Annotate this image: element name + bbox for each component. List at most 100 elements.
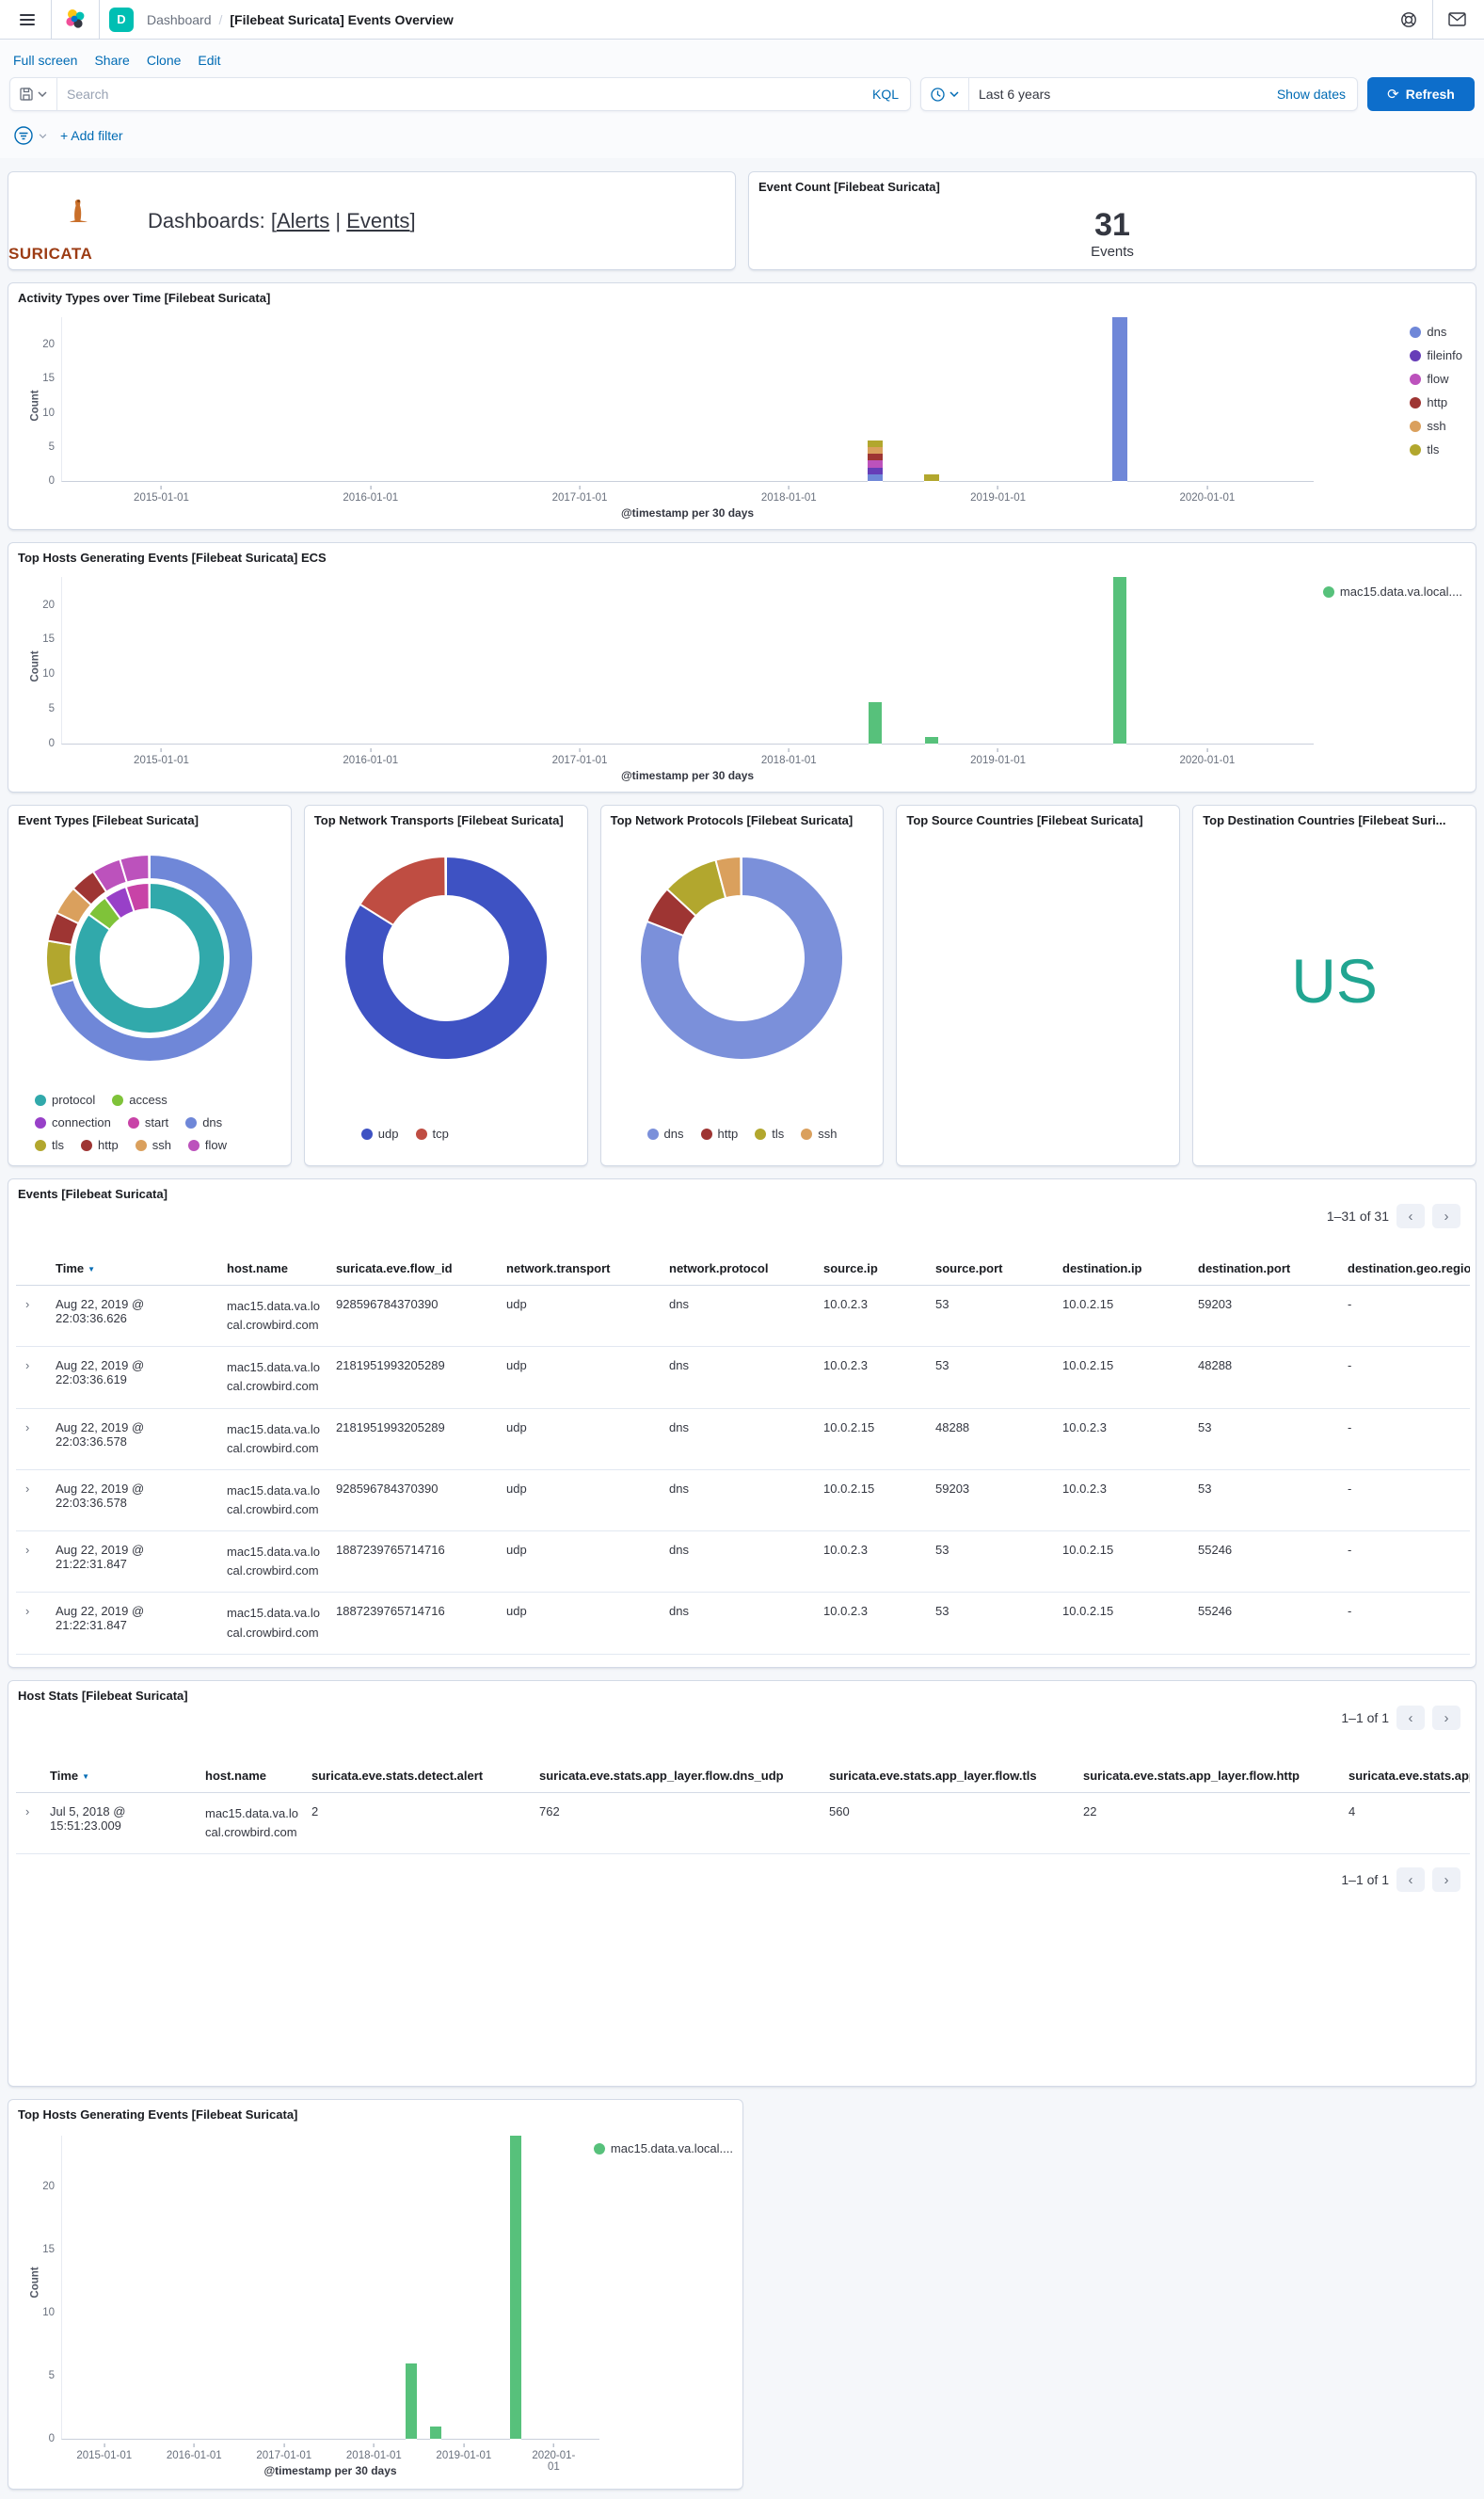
refresh-button[interactable]: ⟳ Refresh	[1367, 77, 1475, 111]
column-header-suricata.eve.stats.detect.alert[interactable]: suricata.eve.stats.detect.alert	[306, 1759, 534, 1793]
column-header-source.ip[interactable]: source.ip	[818, 1252, 930, 1286]
time-range-value[interactable]: Last 6 years	[969, 87, 1266, 102]
column-header-Time[interactable]: Time▼	[50, 1252, 221, 1286]
expand-row-button[interactable]: ›	[16, 1347, 50, 1408]
table-row: ›Jul 5, 2018 @ 15:51:23.009mac15.data.va…	[16, 1793, 1470, 1854]
column-header-host.name[interactable]: host.name	[199, 1759, 306, 1793]
bar[interactable]	[868, 441, 883, 482]
show-dates-button[interactable]: Show dates	[1266, 87, 1357, 102]
column-header-network.protocol[interactable]: network.protocol	[663, 1252, 818, 1286]
legend-item-ssh[interactable]: ssh	[136, 1138, 171, 1152]
kql-toggle[interactable]: KQL	[861, 87, 910, 102]
next-page-button[interactable]: ›	[1432, 1204, 1460, 1228]
y-axis-tick: 20	[42, 600, 55, 611]
legend-item-tls[interactable]: tls	[755, 1127, 784, 1141]
legend-item-mac15.data.va.local....[interactable]: mac15.data.va.local....	[1323, 585, 1462, 599]
legend-item-ssh[interactable]: ssh	[1410, 419, 1445, 433]
search-box: KQL	[9, 77, 911, 111]
column-header-suricata.eve.stats.app_layer.flow.dns_udp[interactable]: suricata.eve.stats.app_layer.flow.dns_ud…	[534, 1759, 823, 1793]
pie-slice-tls[interactable]	[46, 940, 73, 985]
expand-row-button[interactable]: ›	[16, 1408, 50, 1469]
legend-dot	[136, 1140, 147, 1151]
column-header-suricata.eve.stats.app_layer.flow.tls[interactable]: suricata.eve.stats.app_layer.flow.tls	[823, 1759, 1077, 1793]
newsfeed-button[interactable]	[1443, 6, 1471, 34]
column-header-suricata.eve.flow_id[interactable]: suricata.eve.flow_id	[330, 1252, 501, 1286]
legend-item-protocol[interactable]: protocol	[35, 1093, 95, 1107]
panel-markdown: SURICATA Dashboards: [Alerts | Events]	[8, 171, 736, 270]
event-types-donut[interactable]	[8, 834, 291, 1082]
events-link[interactable]: Events	[346, 209, 409, 232]
bar[interactable]	[869, 702, 882, 744]
bar[interactable]	[1113, 577, 1126, 744]
legend-item-tls[interactable]: tls	[35, 1138, 64, 1152]
column-header-destination.port[interactable]: destination.port	[1192, 1252, 1342, 1286]
elastic-logo[interactable]	[61, 6, 89, 34]
time-quick-menu-button[interactable]	[921, 78, 969, 110]
expand-row-button[interactable]: ›	[16, 1593, 50, 1654]
legend-item-dns[interactable]: dns	[185, 1115, 222, 1129]
filter-menu-button[interactable]	[13, 124, 47, 147]
prev-page-button[interactable]: ‹	[1396, 1204, 1425, 1228]
panel-network-transports-pie: Top Network Transports [Filebeat Suricat…	[304, 805, 588, 1166]
bar[interactable]	[924, 474, 939, 481]
full-screen-link[interactable]: Full screen	[13, 53, 77, 68]
legend-item-dns[interactable]: dns	[647, 1127, 684, 1141]
next-page-button[interactable]: ›	[1432, 1706, 1460, 1730]
bar[interactable]	[406, 2363, 417, 2440]
column-header-source.port[interactable]: source.port	[930, 1252, 1057, 1286]
prev-page-button[interactable]: ‹	[1396, 1706, 1425, 1730]
expand-row-button[interactable]: ›	[16, 1286, 50, 1347]
tag-cloud-word-us[interactable]: US	[1291, 945, 1378, 1017]
column-header-destination.ip[interactable]: destination.ip	[1057, 1252, 1192, 1286]
clone-link[interactable]: Clone	[147, 53, 182, 68]
prev-page-button[interactable]: ‹	[1396, 1867, 1425, 1892]
bar[interactable]	[430, 2427, 441, 2439]
bar[interactable]	[1112, 317, 1127, 481]
expand-row-button[interactable]: ›	[16, 1793, 44, 1854]
legend-item-fileinfo[interactable]: fileinfo	[1410, 348, 1462, 362]
share-link[interactable]: Share	[94, 53, 129, 68]
add-filter-button[interactable]: + Add filter	[60, 128, 123, 143]
column-header-Time[interactable]: Time▼	[44, 1759, 199, 1793]
column-header-suricata.eve.stats.app_l[interactable]: suricata.eve.stats.app_l	[1343, 1759, 1470, 1793]
column-header-destination.geo.region_na[interactable]: destination.geo.region_na	[1342, 1252, 1470, 1286]
legend-item-http[interactable]: http	[701, 1127, 739, 1141]
saved-query-menu-button[interactable]	[10, 78, 57, 110]
expand-row-button[interactable]: ›	[16, 1469, 50, 1530]
network-protocols-donut[interactable]	[601, 834, 884, 1082]
bar-segment	[1113, 577, 1126, 744]
x-axis-tick: 2020-01-01	[1179, 748, 1235, 766]
column-header-host.name[interactable]: host.name	[221, 1252, 330, 1286]
legend-item-tcp[interactable]: tcp	[416, 1127, 449, 1141]
bar[interactable]	[925, 737, 938, 744]
divider	[1432, 0, 1433, 39]
legend-item-start[interactable]: start	[128, 1115, 168, 1129]
space-badge[interactable]: D	[109, 8, 134, 32]
legend-item-access[interactable]: access	[112, 1093, 167, 1107]
legend-item-connection[interactable]: connection	[35, 1115, 111, 1129]
legend-item-http[interactable]: http	[81, 1138, 119, 1152]
legend-item-http[interactable]: http	[1410, 395, 1447, 409]
cell-suricata.eve.flow_id: 928596784370390	[330, 1286, 501, 1347]
bar[interactable]	[510, 2136, 521, 2439]
legend-item-flow[interactable]: flow	[188, 1138, 227, 1152]
help-button[interactable]	[1395, 6, 1423, 34]
column-header-network.transport[interactable]: network.transport	[501, 1252, 663, 1286]
alerts-link[interactable]: Alerts	[277, 209, 329, 232]
search-input[interactable]	[57, 87, 861, 102]
network-transports-donut[interactable]	[305, 834, 587, 1082]
legend-item-flow[interactable]: flow	[1410, 372, 1448, 386]
event-count-label: Events	[1091, 244, 1134, 260]
legend-item-tls[interactable]: tls	[1410, 442, 1439, 457]
breadcrumb-dashboard[interactable]: Dashboard	[147, 12, 212, 27]
legend-item-mac15.data.va.local....[interactable]: mac15.data.va.local....	[594, 2141, 733, 2155]
expand-row-button[interactable]: ›	[16, 1531, 50, 1593]
column-header-suricata.eve.stats.app_layer.flow.http[interactable]: suricata.eve.stats.app_layer.flow.http	[1077, 1759, 1343, 1793]
legend-item-udp[interactable]: udp	[361, 1127, 399, 1141]
edit-link[interactable]: Edit	[198, 53, 220, 68]
legend-item-ssh[interactable]: ssh	[801, 1127, 837, 1141]
menu-button[interactable]	[13, 6, 41, 34]
legend-item-dns[interactable]: dns	[1410, 325, 1446, 339]
next-page-button[interactable]: ›	[1432, 1867, 1460, 1892]
expand-row-button[interactable]: ›	[16, 1654, 50, 1668]
